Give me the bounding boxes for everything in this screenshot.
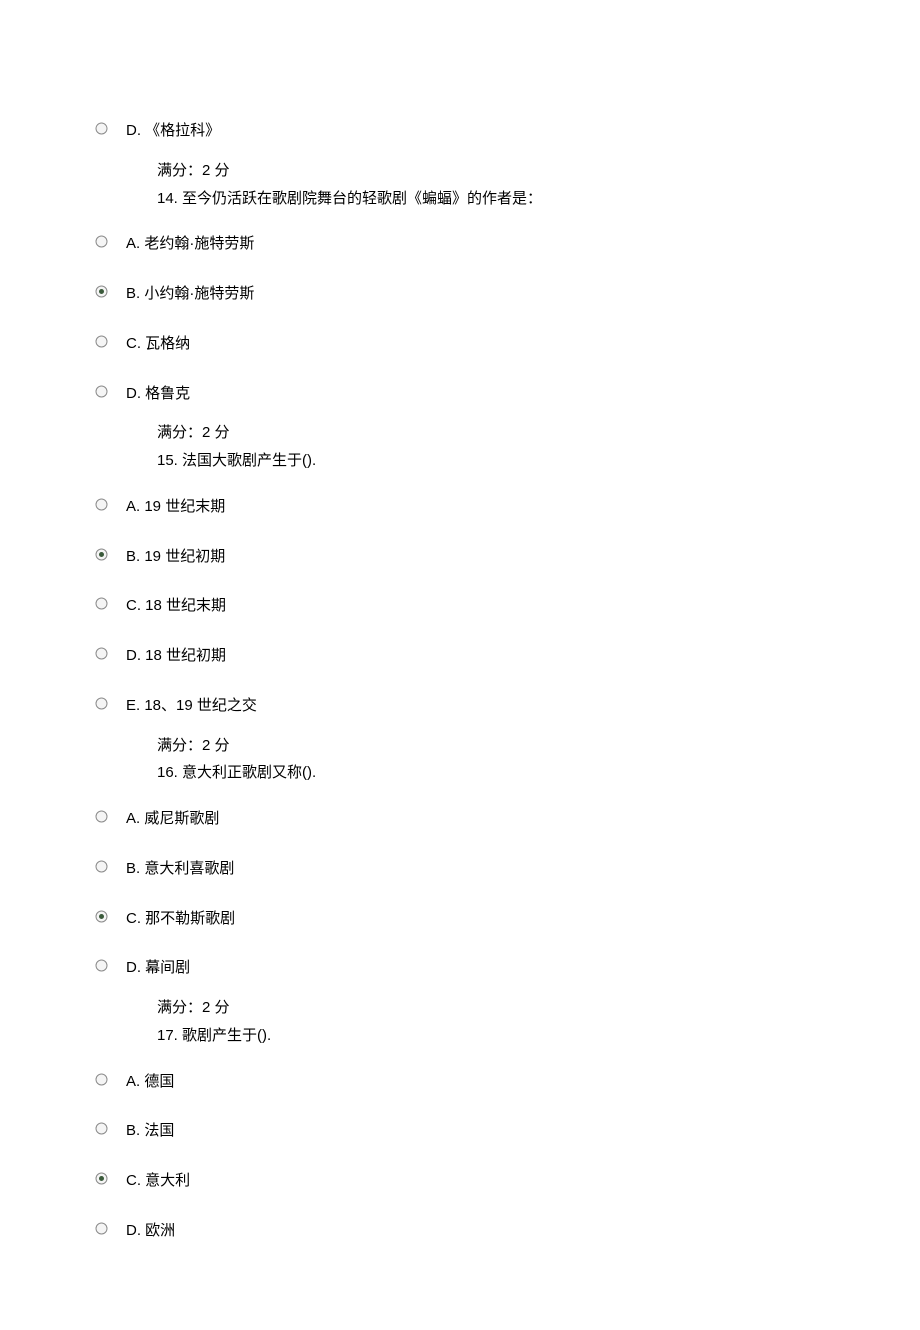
radio-selected-icon [95, 910, 108, 923]
option-label: D. 18 世纪初期 [126, 645, 226, 667]
q14-prompt: 14. 至今仍活跃在歌剧院舞台的轻歌剧《蝙蝠》的作者是： [157, 188, 825, 210]
radio-unselected-icon [95, 1222, 108, 1235]
q14-option-a[interactable]: A. 老约翰·施特劳斯 [95, 233, 825, 255]
radio-unselected-icon [95, 385, 108, 398]
radio-unselected-icon [95, 335, 108, 348]
q17-option-c[interactable]: C. 意大利 [95, 1170, 825, 1192]
q14-option-c[interactable]: C. 瓦格纳 [95, 333, 825, 355]
option-label: C. 意大利 [126, 1170, 190, 1192]
option-label: B. 小约翰·施特劳斯 [126, 283, 254, 305]
q13-option-d[interactable]: D. 《格拉科》 [95, 120, 825, 142]
radio-unselected-icon [95, 1073, 108, 1086]
q15-option-c[interactable]: C. 18 世纪末期 [95, 595, 825, 617]
option-label: A. 19 世纪末期 [126, 496, 225, 518]
q17-option-d[interactable]: D. 欧洲 [95, 1220, 825, 1242]
option-label: D. 幕间剧 [126, 957, 190, 979]
q15-prompt: 15. 法国大歌剧产生于(). [157, 450, 825, 472]
q15-option-d[interactable]: D. 18 世纪初期 [95, 645, 825, 667]
option-label: A. 老约翰·施特劳斯 [126, 233, 254, 255]
option-label: C. 那不勒斯歌剧 [126, 908, 235, 930]
option-label: D. 格鲁克 [126, 383, 190, 405]
q16-option-c[interactable]: C. 那不勒斯歌剧 [95, 908, 825, 930]
q16-prompt: 16. 意大利正歌剧又称(). [157, 762, 825, 784]
q17-option-a[interactable]: A. 德国 [95, 1071, 825, 1093]
option-label: B. 法国 [126, 1120, 174, 1142]
q17-option-b[interactable]: B. 法国 [95, 1120, 825, 1142]
radio-selected-icon [95, 285, 108, 298]
q16-option-a[interactable]: A. 威尼斯歌剧 [95, 808, 825, 830]
q17-prompt: 17. 歌剧产生于(). [157, 1025, 825, 1047]
option-label: C. 18 世纪末期 [126, 595, 226, 617]
q16-option-d[interactable]: D. 幕间剧 [95, 957, 825, 979]
radio-unselected-icon [95, 810, 108, 823]
option-label: A. 威尼斯歌剧 [126, 808, 219, 830]
radio-unselected-icon [95, 647, 108, 660]
option-label: C. 瓦格纳 [126, 333, 190, 355]
radio-unselected-icon [95, 498, 108, 511]
q15-meta: 满分：2 分 16. 意大利正歌剧又称(). [157, 735, 825, 785]
radio-unselected-icon [95, 860, 108, 873]
radio-unselected-icon [95, 959, 108, 972]
radio-unselected-icon [95, 1122, 108, 1135]
q15-option-b[interactable]: B. 19 世纪初期 [95, 546, 825, 568]
radio-unselected-icon [95, 235, 108, 248]
q15-option-e[interactable]: E. 18、19 世纪之交 [95, 695, 825, 717]
option-label: A. 德国 [126, 1071, 174, 1093]
radio-selected-icon [95, 1172, 108, 1185]
q16-meta: 满分：2 分 17. 歌剧产生于(). [157, 997, 825, 1047]
q15-option-a[interactable]: A. 19 世纪末期 [95, 496, 825, 518]
q16-option-b[interactable]: B. 意大利喜歌剧 [95, 858, 825, 880]
radio-unselected-icon [95, 122, 108, 135]
score-text: 满分：2 分 [157, 997, 825, 1019]
option-label: E. 18、19 世纪之交 [126, 695, 257, 717]
q14-option-d[interactable]: D. 格鲁克 [95, 383, 825, 405]
option-label: B. 意大利喜歌剧 [126, 858, 234, 880]
option-label: B. 19 世纪初期 [126, 546, 225, 568]
option-label: D. 《格拉科》 [126, 120, 220, 142]
score-text: 满分：2 分 [157, 735, 825, 757]
score-text: 满分：2 分 [157, 422, 825, 444]
option-label: D. 欧洲 [126, 1220, 175, 1242]
q14-meta: 满分：2 分 15. 法国大歌剧产生于(). [157, 422, 825, 472]
q13-meta: 满分：2 分 14. 至今仍活跃在歌剧院舞台的轻歌剧《蝙蝠》的作者是： [157, 160, 825, 210]
radio-unselected-icon [95, 697, 108, 710]
q14-option-b[interactable]: B. 小约翰·施特劳斯 [95, 283, 825, 305]
radio-unselected-icon [95, 597, 108, 610]
radio-selected-icon [95, 548, 108, 561]
score-text: 满分：2 分 [157, 160, 825, 182]
